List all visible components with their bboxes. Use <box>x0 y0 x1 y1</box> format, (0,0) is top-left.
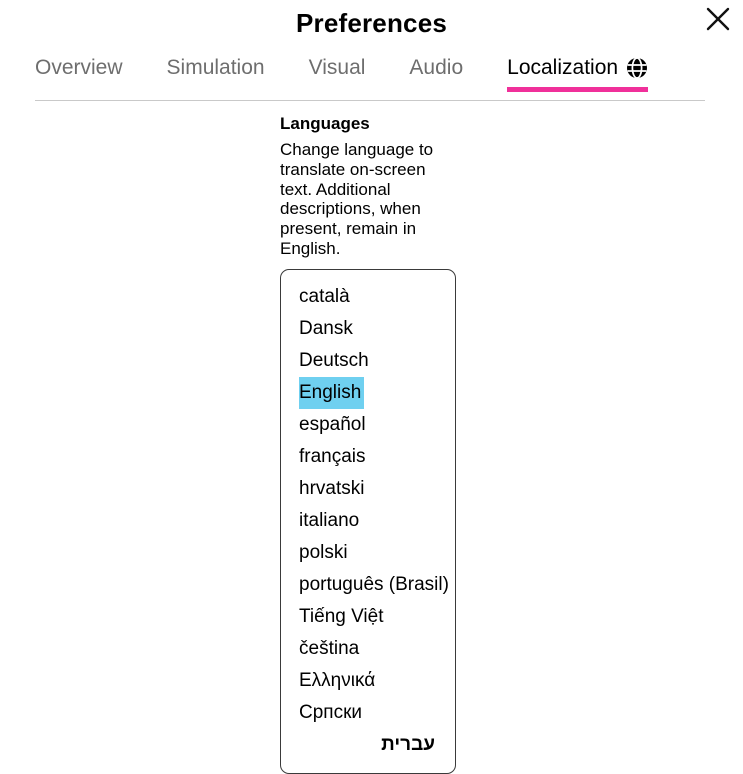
list-item[interactable]: Српски <box>281 697 455 729</box>
list-item[interactable]: français <box>281 441 455 473</box>
globe-icon <box>626 57 648 79</box>
list-item[interactable]: עברית <box>281 729 455 761</box>
preferences-content: Languages Change language to translate o… <box>0 101 743 774</box>
list-item[interactable]: polski <box>281 537 455 569</box>
tab-localization[interactable]: Localization <box>507 54 649 92</box>
dialog-titlebar: Preferences <box>0 0 743 48</box>
list-item[interactable]: català <box>281 281 455 313</box>
list-item[interactable]: hrvatski <box>281 473 455 505</box>
list-item[interactable]: Ελληνικά <box>281 665 455 697</box>
tab-audio[interactable]: Audio <box>409 54 463 92</box>
tab-label: Simulation <box>166 56 265 79</box>
list-item[interactable]: español <box>281 409 455 441</box>
active-tab-underline <box>507 87 649 92</box>
tab-bar: Overview Simulation Visual Audio Localiz… <box>35 54 705 100</box>
list-item[interactable]: čeština <box>281 633 455 665</box>
list-item[interactable]: português (Brasil) <box>281 569 455 601</box>
tab-visual[interactable]: Visual <box>309 54 366 92</box>
page-title: Preferences <box>295 8 448 38</box>
languages-heading: Languages <box>280 114 370 133</box>
tab-overview[interactable]: Overview <box>35 54 123 92</box>
tab-label: Visual <box>308 56 366 79</box>
languages-description: Change language to translate on-screen t… <box>280 140 434 258</box>
list-item[interactable]: Tiếng Việt <box>281 601 455 633</box>
tab-label: Localization <box>507 56 619 79</box>
list-item[interactable]: Dansk <box>281 313 455 345</box>
list-item[interactable]: italiano <box>281 505 455 537</box>
tab-simulation[interactable]: Simulation <box>167 54 265 92</box>
tab-label: Audio <box>409 56 464 79</box>
list-item-selected[interactable]: English <box>299 376 365 409</box>
list-item[interactable]: Deutsch <box>281 345 455 377</box>
close-button[interactable] <box>701 2 735 36</box>
tab-label: Overview <box>35 56 123 79</box>
language-listbox[interactable]: català Dansk Deutsch English español fra… <box>280 268 456 774</box>
close-icon <box>705 6 731 32</box>
